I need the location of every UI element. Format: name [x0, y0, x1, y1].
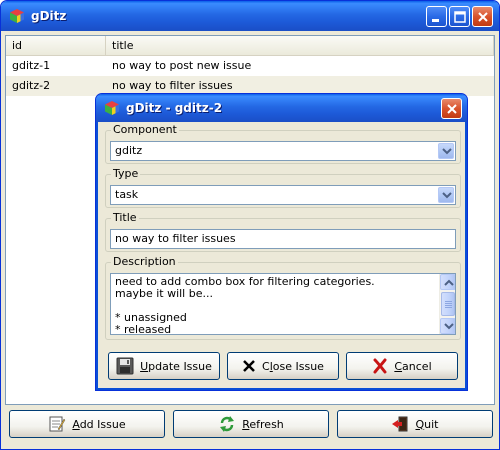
close-icon: [478, 12, 488, 22]
description-line: * released: [115, 323, 172, 335]
notepad-icon: [49, 416, 66, 432]
type-combo[interactable]: task: [110, 185, 456, 205]
minimize-button[interactable]: [426, 6, 447, 27]
refresh-arrows-icon: [220, 416, 235, 432]
component-group: Component gditz: [105, 123, 461, 164]
component-value: gditz: [115, 144, 143, 157]
row-id: gditz-2: [12, 79, 51, 92]
description-label: Description: [111, 255, 178, 269]
type-group: Type task: [105, 167, 461, 208]
description-textarea[interactable]: need to add combo box for filtering cate…: [110, 273, 456, 335]
minimize-icon: [432, 19, 439, 22]
update-label-rest: pdate Issue: [148, 359, 212, 373]
cancel-mnemonic: C: [394, 359, 403, 373]
main-titlebar[interactable]: gDitz: [1, 1, 499, 31]
component-label: Component: [111, 123, 179, 137]
update-mnemonic: U: [140, 359, 149, 373]
scroll-up-button[interactable]: [440, 274, 455, 290]
close-label-prefix: C: [262, 359, 270, 373]
add-mnemonic: A: [72, 417, 80, 431]
issue-dialog: gDitz - gditz-2 Component gditz Type tas…: [95, 93, 468, 391]
title-input[interactable]: no way to filter issues: [110, 229, 456, 249]
title-group: Title no way to filter issues: [105, 211, 461, 252]
floppy-disk-icon: [116, 357, 134, 375]
scroll-thumb[interactable]: [441, 292, 455, 316]
list-row[interactable]: gditz-1 no way to post new issue: [6, 56, 494, 76]
close-label-rest: ose Issue: [272, 359, 324, 373]
refresh-label-rest: efresh: [249, 417, 284, 431]
title-value: no way to filter issues: [115, 232, 236, 245]
exit-door-icon: [392, 416, 408, 432]
dialog-titlebar[interactable]: gDitz - gditz-2: [96, 94, 467, 122]
scroll-down-button[interactable]: [440, 318, 455, 334]
column-header-title[interactable]: title: [106, 36, 494, 55]
row-title: no way to post new issue: [112, 59, 252, 72]
close-button[interactable]: [472, 6, 493, 27]
main-window-title: gDitz: [31, 9, 67, 23]
app-cube-icon: [105, 101, 119, 115]
description-group: Description need to add combo box for fi…: [105, 255, 461, 340]
chevron-down-icon: [442, 148, 452, 155]
chevron-down-icon: [444, 323, 454, 330]
add-issue-button[interactable]: Add Issue: [9, 410, 165, 438]
cancel-label-rest: ancel: [402, 359, 432, 373]
component-dropdown-arrow[interactable]: [438, 143, 454, 159]
component-combo[interactable]: gditz: [110, 141, 456, 161]
description-line: maybe it will be...: [115, 287, 213, 300]
type-value: task: [115, 188, 139, 201]
dialog-title: gDitz - gditz-2: [126, 101, 223, 115]
quit-button[interactable]: Quit: [337, 410, 493, 438]
row-id: gditz-1: [12, 59, 51, 72]
type-label: Type: [111, 167, 141, 181]
refresh-button[interactable]: Refresh: [173, 410, 329, 438]
close-icon: [447, 104, 457, 114]
update-issue-button[interactable]: Update Issue: [108, 352, 220, 380]
list-header: id title: [6, 36, 494, 56]
type-dropdown-arrow[interactable]: [438, 187, 454, 203]
description-scrollbar[interactable]: [439, 274, 455, 334]
cancel-button[interactable]: Cancel: [346, 352, 458, 380]
app-cube-icon: [10, 9, 24, 23]
quit-label-rest: uit: [424, 417, 439, 431]
x-icon: [243, 360, 255, 372]
maximize-button[interactable]: [449, 6, 470, 27]
close-issue-button[interactable]: Close Issue: [227, 352, 339, 380]
chevron-down-icon: [442, 192, 452, 199]
red-x-icon: [373, 358, 387, 374]
dialog-close-button[interactable]: [441, 98, 462, 119]
title-label: Title: [111, 211, 139, 225]
quit-mnemonic: Q: [415, 417, 425, 431]
chevron-up-icon: [444, 279, 454, 286]
maximize-icon: [454, 11, 466, 23]
add-label-rest: dd Issue: [79, 417, 126, 431]
column-header-id[interactable]: id: [6, 36, 106, 55]
